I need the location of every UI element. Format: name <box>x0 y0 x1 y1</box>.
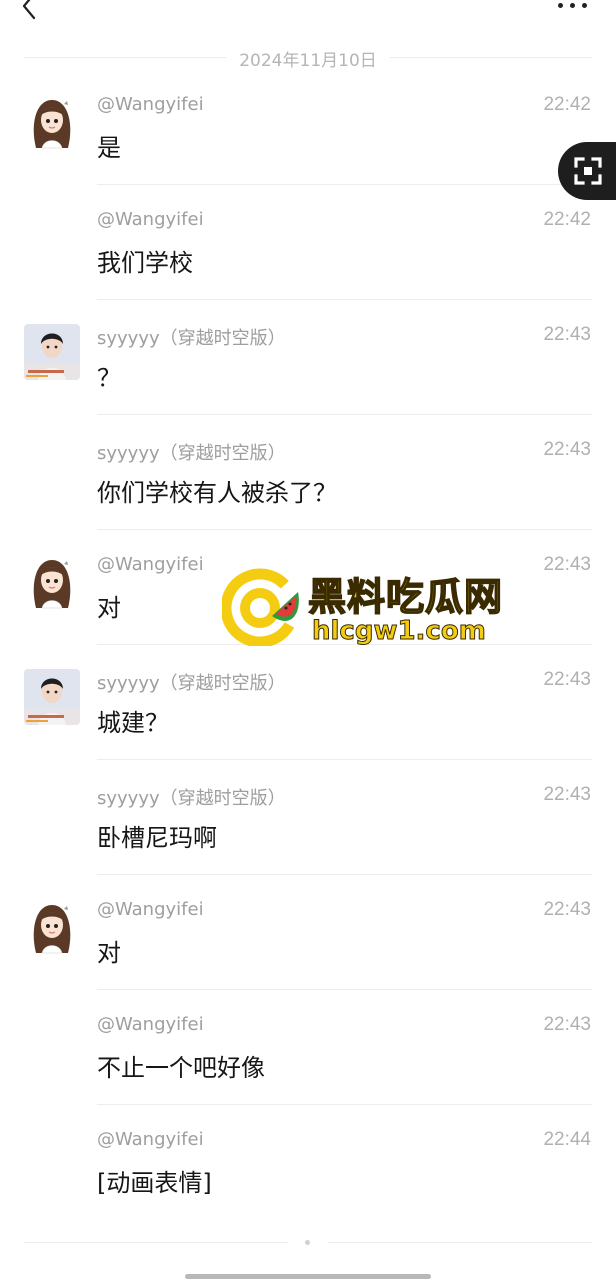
avatar-syyyyy[interactable] <box>24 324 80 380</box>
message-text[interactable]: 对 <box>97 933 121 968</box>
sender-name[interactable]: syyyyy（穿越时空版） <box>97 324 286 350</box>
message-text[interactable]: 城建？ <box>97 703 169 738</box>
bottom-divider <box>328 1242 592 1243</box>
message-item[interactable]: @Wangyifei 22:43 对 <box>0 875 616 990</box>
sender-name[interactable]: @Wangyifei <box>97 1014 204 1035</box>
message-time: 22:43 <box>543 669 591 690</box>
message-text[interactable]: 我们学校 <box>97 243 193 278</box>
message-text[interactable]: ？ <box>97 358 121 393</box>
message-time: 22:42 <box>543 209 591 230</box>
bottom-dot <box>305 1240 310 1245</box>
message-text[interactable]: [动画表情] <box>97 1163 212 1198</box>
avatar-wangyifei[interactable] <box>24 94 80 150</box>
sender-name[interactable]: syyyyy（穿越时空版） <box>97 669 286 695</box>
message-time: 22:42 <box>543 94 591 115</box>
message-time: 22:43 <box>543 439 591 460</box>
more-horizontal-icon <box>570 3 575 8</box>
bottom-divider <box>24 1242 288 1243</box>
home-indicator[interactable] <box>185 1274 431 1279</box>
message-item[interactable]: @Wangyifei 22:43 对 <box>0 530 616 645</box>
message-time: 22:43 <box>543 784 591 805</box>
message-item[interactable]: syyyyy（穿越时空版） 22:43 你们学校有人被杀了？ <box>0 415 616 530</box>
message-item[interactable]: syyyyy（穿越时空版） 22:43 城建？ <box>0 645 616 760</box>
message-text[interactable]: 不止一个吧好像 <box>97 1048 265 1083</box>
more-horizontal-icon <box>582 3 587 8</box>
sender-name[interactable]: @Wangyifei <box>97 94 204 115</box>
message-text[interactable]: 卧槽尼玛啊 <box>97 818 217 853</box>
sender-name[interactable]: syyyyy（穿越时空版） <box>97 784 286 810</box>
expand-icon <box>574 157 602 185</box>
top-bar <box>0 0 616 26</box>
message-text[interactable]: 你们学校有人被杀了？ <box>97 473 337 508</box>
message-item[interactable]: @Wangyifei 22:43 不止一个吧好像 <box>0 990 616 1105</box>
divider-line <box>390 57 592 58</box>
avatar-wangyifei[interactable] <box>24 899 80 955</box>
avatar-wangyifei[interactable] <box>24 554 80 610</box>
sender-name[interactable]: @Wangyifei <box>97 554 204 575</box>
date-label: 2024年11月10日 <box>239 51 377 71</box>
date-divider: 2024年11月10日 <box>0 44 616 72</box>
message-time: 22:43 <box>543 1014 591 1035</box>
back-button[interactable] <box>14 0 46 22</box>
message-text[interactable]: 对 <box>97 588 121 623</box>
message-time: 22:43 <box>543 554 591 575</box>
message-time: 22:44 <box>543 1129 591 1150</box>
sender-name[interactable]: @Wangyifei <box>97 1129 204 1150</box>
message-text[interactable]: 是 <box>97 128 121 163</box>
avatar-syyyyy[interactable] <box>24 669 80 725</box>
more-horizontal-icon <box>558 3 563 8</box>
sender-name[interactable]: @Wangyifei <box>97 899 204 920</box>
sender-name[interactable]: syyyyy（穿越时空版） <box>97 439 286 465</box>
chevron-left-icon <box>22 0 36 20</box>
floating-tool-button[interactable] <box>558 142 616 200</box>
message-item[interactable]: @Wangyifei 22:42 我们学校 <box>0 185 616 300</box>
more-button[interactable] <box>556 0 592 12</box>
message-time: 22:43 <box>543 324 591 345</box>
message-item[interactable]: @Wangyifei 22:42 是 <box>0 70 616 185</box>
message-item[interactable]: @Wangyifei 22:44 [动画表情] <box>0 1105 616 1220</box>
message-list: @Wangyifei 22:42 是 @Wangyifei 22:42 我们学校… <box>0 70 616 1220</box>
message-item[interactable]: syyyyy（穿越时空版） 22:43 ？ <box>0 300 616 415</box>
message-time: 22:43 <box>543 899 591 920</box>
sender-name[interactable]: @Wangyifei <box>97 209 204 230</box>
message-item[interactable]: syyyyy（穿越时空版） 22:43 卧槽尼玛啊 <box>0 760 616 875</box>
